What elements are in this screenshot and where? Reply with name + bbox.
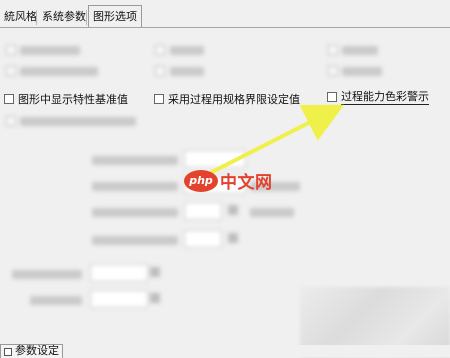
bottom-bar — [0, 345, 450, 357]
params-button[interactable]: 参数设定 — [0, 344, 63, 358]
arrow-line — [210, 104, 345, 174]
watermark-site-text: 中文网 — [220, 173, 273, 193]
watermark-logo: php 中文网 — [184, 168, 273, 193]
params-button-label: 参数设定 — [15, 344, 59, 357]
php-logo: php — [184, 169, 218, 192]
checkbox-icon — [4, 348, 12, 356]
